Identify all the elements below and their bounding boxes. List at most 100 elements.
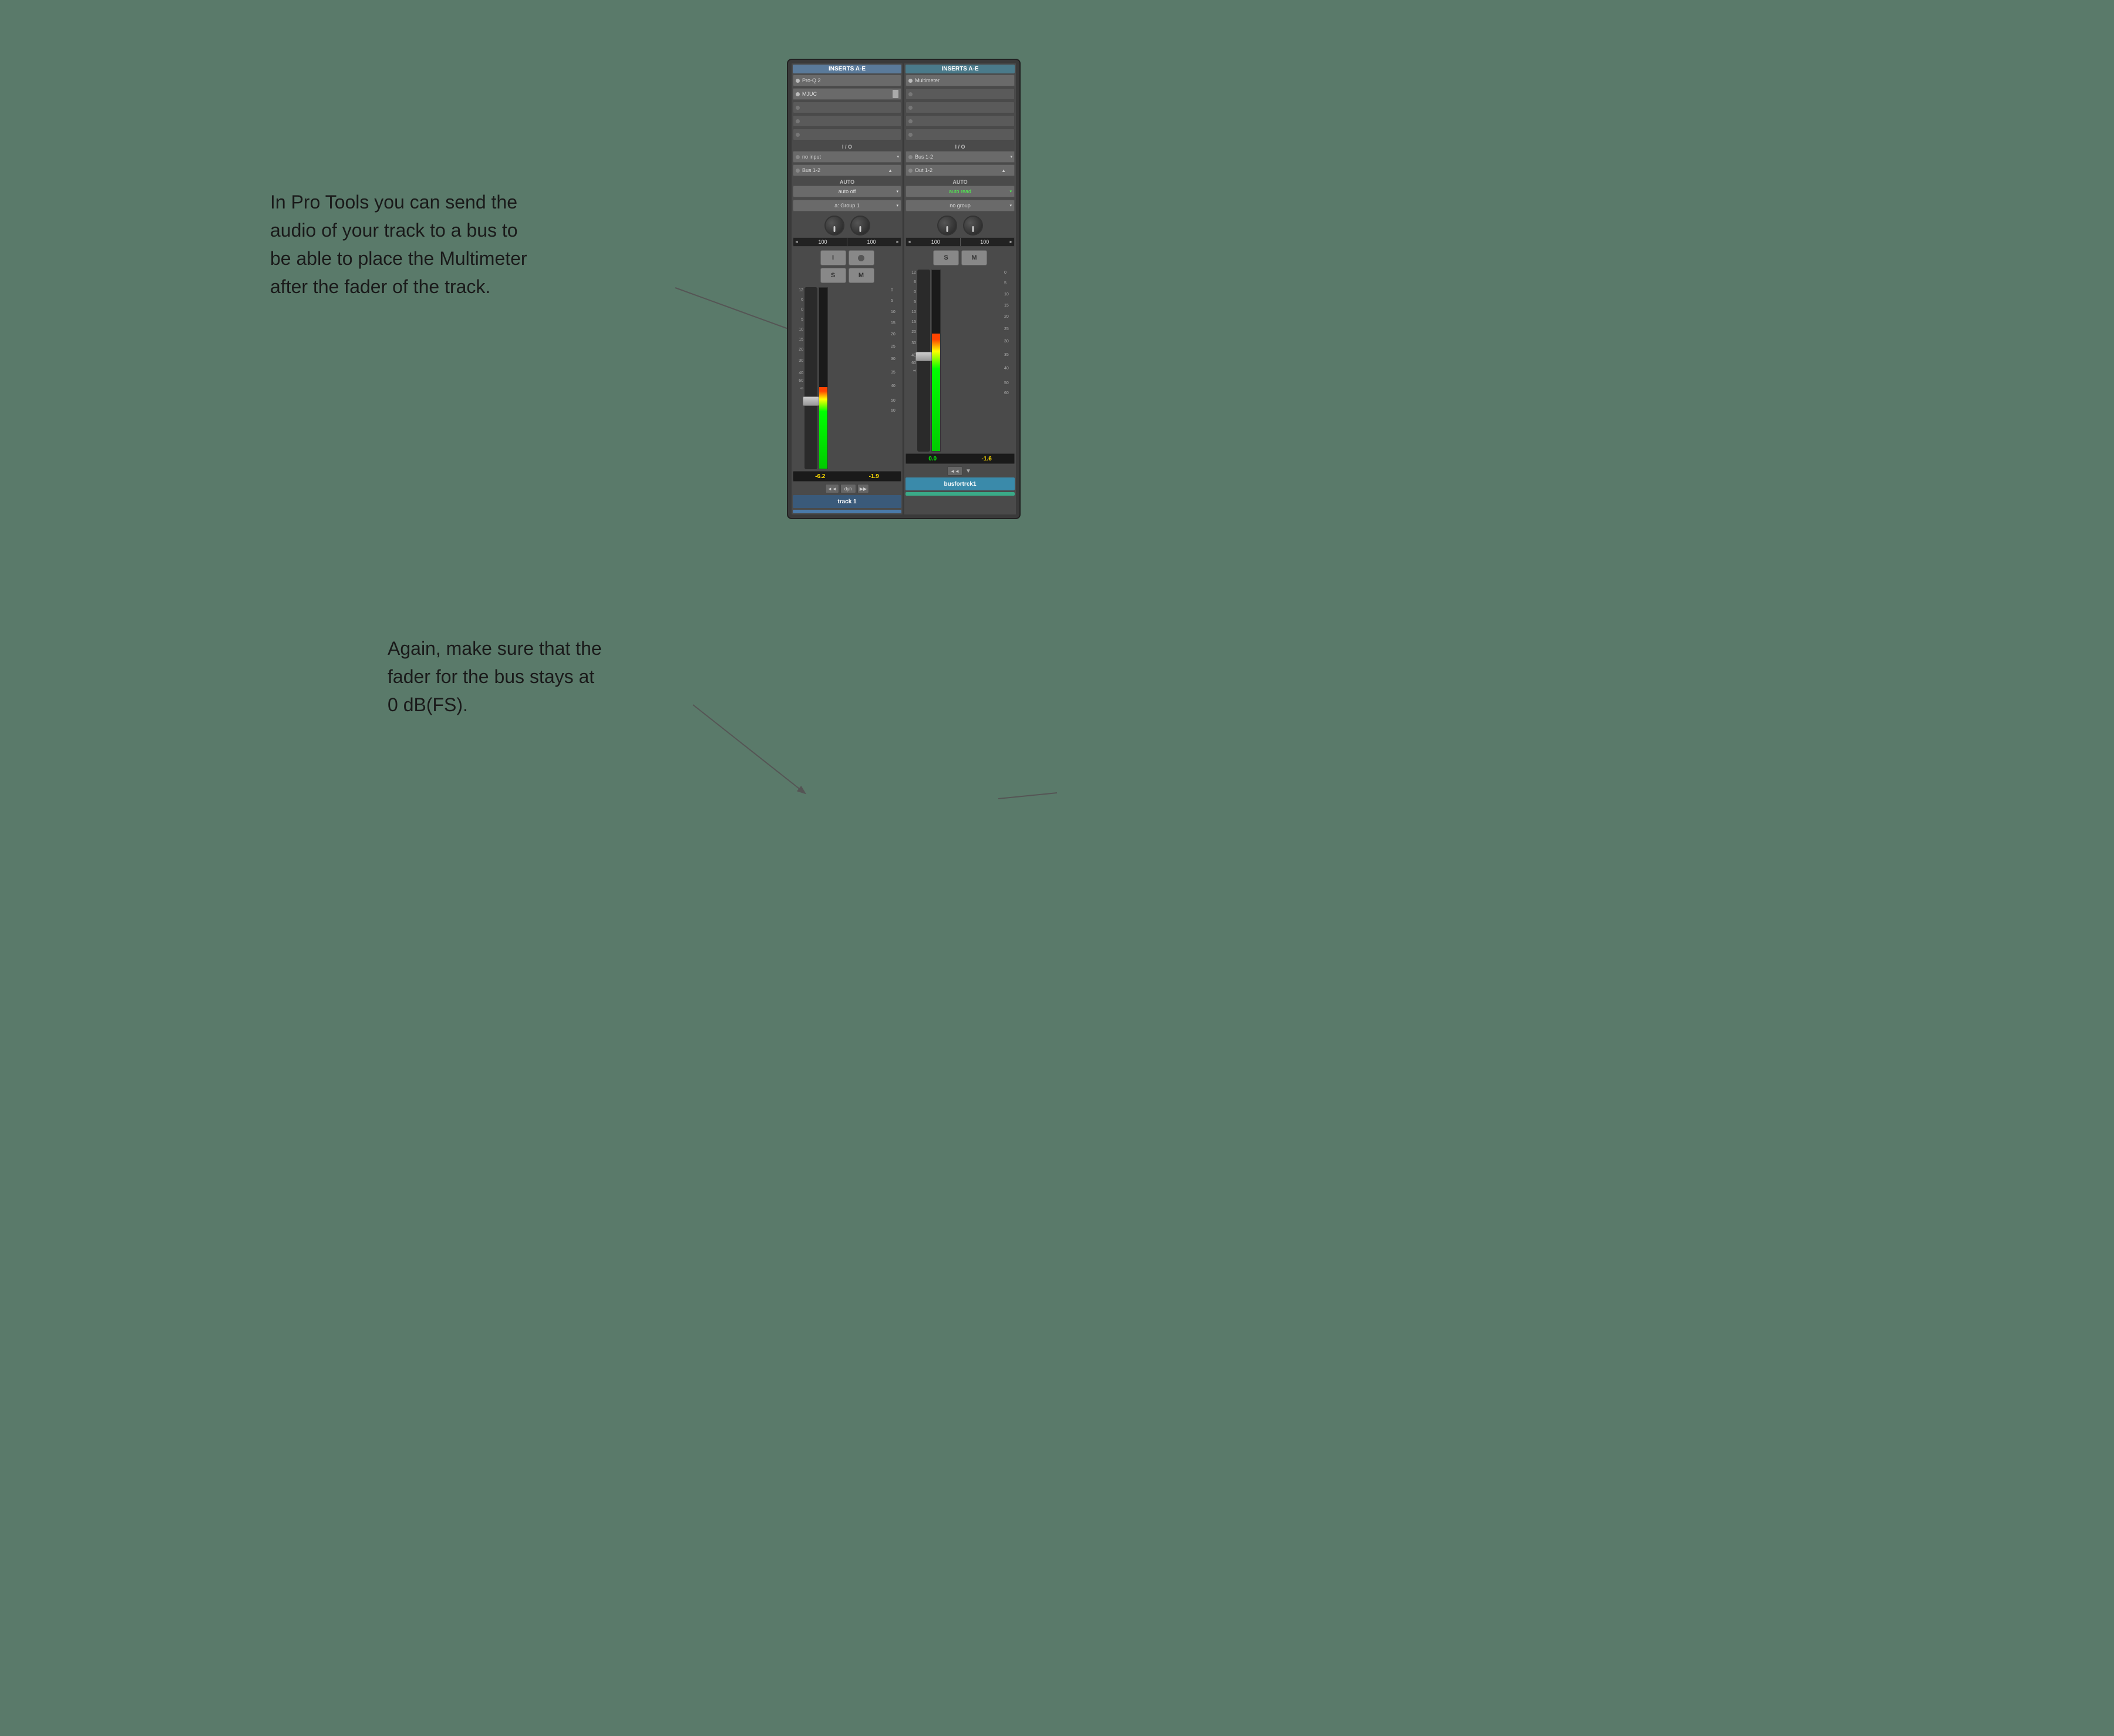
track1-scale-r-20: 20 [890, 332, 901, 337]
bus1-insert-3[interactable] [905, 102, 1015, 113]
track1-level-left: -6.2 [814, 473, 826, 480]
track1-scale-left: 12 6 0 5 10 15 20 30 40 60 ∞ [793, 287, 804, 469]
track1-insert-1-dot [796, 79, 800, 83]
track1-pan-knob-left[interactable] [824, 216, 844, 235]
bus1-insert-1-dot [908, 79, 913, 83]
track1-insert-2-name: MJUC [802, 91, 893, 97]
track1-bottom-bar [793, 510, 901, 513]
bus1-pan-knob-right[interactable] [963, 216, 983, 235]
track1-io-output-dot [796, 169, 800, 173]
bus1-auto-arrow: ▾ [1009, 189, 1012, 194]
bus1-io-output[interactable]: Out 1-2 ▲ [905, 164, 1015, 176]
track1-pan-arrow-left: ◄ [795, 240, 799, 244]
bus1-io-label: I / O [905, 144, 1015, 150]
track1-insert-4-dot [796, 119, 800, 123]
bus1-solo-btn[interactable]: S [933, 250, 959, 265]
track1-insert-3-dot [796, 106, 800, 110]
track1-input-btn-label: I [832, 254, 834, 261]
bus1-pan-knob-right-indicator [972, 226, 974, 232]
track1-scale-15: 15 [793, 338, 804, 342]
bus1-io-input[interactable]: Bus 1-2 ▾ [905, 151, 1015, 163]
track1-fader-rail[interactable] [804, 287, 817, 469]
track1-record-dot [858, 255, 864, 261]
track1-io-input-dot [796, 155, 800, 159]
track1-pan-knob-right[interactable] [850, 216, 870, 235]
track1-insert-2-bypass[interactable] [893, 90, 898, 98]
bus1-level-right: -1.6 [981, 456, 993, 462]
bus1-solo-btn-label: S [944, 254, 948, 261]
track1-vu-fill [819, 387, 827, 469]
track1-mute-btn[interactable]: M [849, 268, 874, 283]
track1-transport-row: ◄◄ dyn ▶▶ [793, 484, 901, 493]
track1-io-output-arrow-up: ▲ [888, 168, 893, 173]
bus1-insert-4[interactable] [905, 115, 1015, 127]
bus1-fader-rail[interactable] [917, 270, 930, 452]
track1-level-right: -1.9 [868, 473, 880, 480]
track1-mute-btn-label: M [859, 272, 864, 279]
track1-ffwd-btn[interactable]: ▶▶ [857, 484, 869, 493]
track1-scale-r-15: 15 [890, 321, 901, 325]
track1-scale-r-60: 60 [890, 409, 901, 413]
track1-auto-btn[interactable]: auto off ▾ [793, 186, 901, 197]
track1-io-output[interactable]: Bus 1-2 ▲ [793, 164, 901, 176]
bus1-fader-center [917, 270, 1003, 452]
bus1-vu-meter [931, 270, 941, 452]
track1-scale-5: 5 [793, 318, 804, 322]
bus1-inserts-header: INSERTS A-E [905, 65, 1015, 73]
bus1-down-arrow: ▼ [964, 466, 973, 476]
track1-scale-0: 0 [793, 308, 804, 312]
bus1-level-left: 0.0 [927, 456, 938, 462]
bus1-insert-3-dot [908, 106, 913, 110]
track1-dyn-btn[interactable]: dyn [840, 484, 856, 493]
track1-pan-section [824, 216, 870, 235]
bus1-auto-btn[interactable]: auto read ▾ [905, 186, 1015, 197]
track1-scale-12: 12 [793, 288, 804, 293]
track1-input-btn[interactable]: I [820, 250, 846, 265]
bus1-io-output-value: Out 1-2 [915, 167, 933, 173]
track1-fader-thumb[interactable] [803, 396, 819, 406]
bus1-fader-thumb[interactable] [915, 352, 932, 361]
bus1-channel-strip: INSERTS A-E Multimeter I / O Bus 1-2 ▾ [904, 63, 1016, 514]
track1-pan-knob-left-indicator [833, 226, 835, 232]
track1-insert-3[interactable] [793, 102, 901, 113]
bus1-insert-1[interactable]: Multimeter [905, 75, 1015, 86]
track1-rewind-btn[interactable]: ◄◄ [825, 484, 839, 493]
track1-io-input[interactable]: no input ▾ [793, 151, 901, 163]
bus1-insert-4-dot [908, 119, 913, 123]
track1-scale-60: 60 [793, 379, 804, 383]
track1-insert-1-name: Pro-Q 2 [802, 78, 898, 83]
track1-pan-arrow-right: ► [896, 240, 900, 244]
track1-io-label: I / O [793, 144, 901, 150]
bus1-io-output-arrow-up: ▲ [1001, 168, 1006, 173]
track1-pan-values: ◄ 100 100 ► [793, 237, 901, 247]
bus1-insert-2[interactable] [905, 88, 1015, 100]
track1-scale-r-35: 35 [890, 371, 901, 375]
bus1-pan-right-val: 100 [961, 239, 1009, 245]
bus1-fader-area: 12 6 0 5 10 15 20 30 40 60 ∞ [905, 270, 1015, 452]
bus1-pan-knob-left-indicator [947, 226, 948, 232]
track1-insert-5[interactable] [793, 129, 901, 140]
track1-channel-strip: INSERTS A-E Pro-Q 2 MJUC I / O no input [792, 63, 903, 514]
bus1-io-input-dot [908, 155, 913, 159]
track1-group-btn[interactable]: a: Group 1 ▾ [793, 200, 901, 211]
bus1-transport-row: ◄◄ ▼ [905, 466, 1015, 476]
track1-pan-knob-right-indicator [859, 226, 861, 232]
bus1-pan-arrow-right: ► [1009, 240, 1013, 244]
track1-scale-40: 40 [793, 371, 804, 375]
bus1-mute-btn[interactable]: M [961, 250, 987, 265]
bus1-scale-right: 0 5 10 15 20 25 30 35 40 50 60 [1003, 270, 1015, 452]
bus1-io-input-arrow: ▾ [1010, 154, 1012, 159]
bus1-rewind-btn[interactable]: ◄◄ [947, 466, 962, 476]
track1-insert-2[interactable]: MJUC [793, 88, 901, 100]
track1-insert-1[interactable]: Pro-Q 2 [793, 75, 901, 86]
track1-solo-btn[interactable]: S [820, 268, 846, 283]
track1-scale-r-5: 5 [890, 299, 901, 303]
bus1-insert-5[interactable] [905, 129, 1015, 140]
bus1-pan-knob-left[interactable] [937, 216, 957, 235]
track1-scale-r-40: 40 [890, 384, 901, 388]
bus1-group-label: no group [950, 203, 971, 208]
track1-record-btn[interactable] [849, 250, 874, 265]
bus1-group-btn[interactable]: no group ▾ [905, 200, 1015, 211]
track1-insert-5-dot [796, 133, 800, 137]
track1-insert-4[interactable] [793, 115, 901, 127]
